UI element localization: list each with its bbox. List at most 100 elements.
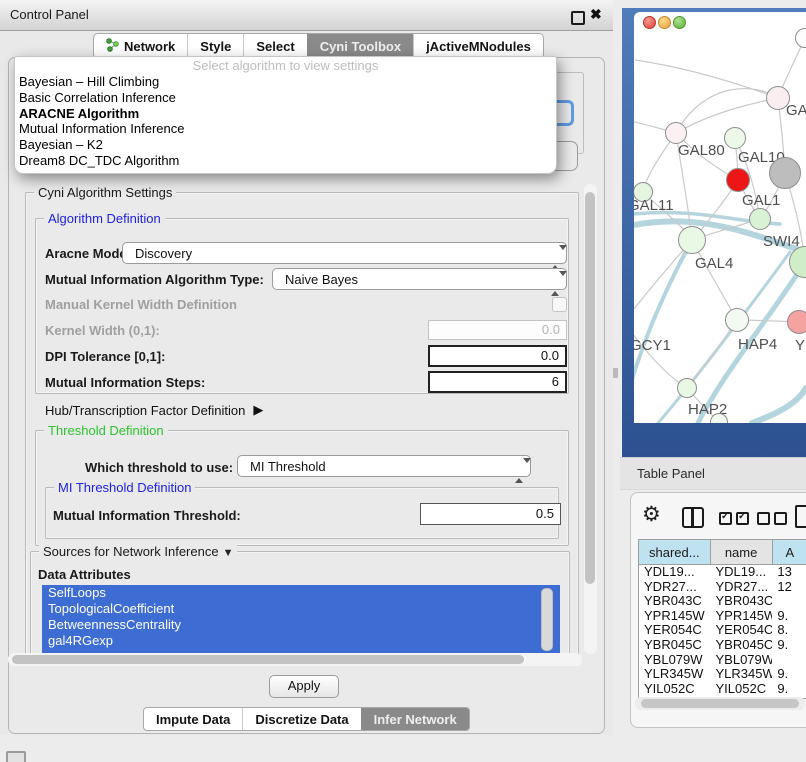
cyni-algorithm-settings-title: Cyni Algorithm Settings [34,185,176,200]
hub-transcription-factor-section[interactable]: Hub/Transcription Factor Definition ▶ [45,402,263,418]
panel-horizontal-scrollbar[interactable] [8,653,582,666]
table-row[interactable]: YER054CYER054C8. [639,623,806,638]
table-rows: YDL19...YDL19...13YDR27...YDR27...12YBR0… [639,565,806,696]
deselect-all-checkboxes-icon[interactable] [757,512,787,525]
attribute-betweennesscentrality[interactable]: BetweennessCentrality [42,617,560,633]
table-cell: YPR145W [711,609,773,624]
table-row[interactable]: YBR043CYBR043C [639,594,806,609]
scrollbar-thumb[interactable] [12,655,524,664]
node-gal4[interactable] [678,226,706,254]
table-cell: YDL19... [711,565,773,580]
tab-discretize-data[interactable]: Discretize Data [242,708,360,730]
algorithm-option-dream8-dc-tdc-algorithm[interactable]: Dream8 DC_TDC Algorithm [15,153,556,169]
table-panel: ⚙ shared...nameA YDL19...YDL19...13YDR27… [630,492,806,728]
node-hap4[interactable] [725,308,749,332]
attribute-topologicalcoefficient[interactable]: TopologicalCoefficient [42,601,560,617]
algorithm-option-bayesian-hill-climbing[interactable]: Bayesian – Hill Climbing [15,74,556,90]
tab-label: Select [256,39,294,54]
panel-divider-handle[interactable] [613,368,618,378]
network-canvas[interactable]: GAL7GAL80GAL10GAL1GAL11SWI4GAL4GCY1HAP4Y… [634,12,806,423]
table-row[interactable]: YIL052CYIL052C9. [639,682,806,697]
attributes-scrollbar[interactable] [541,588,553,651]
aracne-mode-combobox[interactable]: Discovery [122,242,567,264]
minimized-window-icon[interactable] [6,751,26,762]
tab-network[interactable]: Network [94,34,187,58]
control-panel-title: Control Panel [10,7,89,22]
table-row[interactable]: YBL079WYBL079W [639,653,806,668]
close-icon[interactable]: ✖ [590,6,602,23]
dpi-tolerance-input[interactable]: 0.0 [428,345,567,367]
mi-algorithm-type-label: Mutual Information Algorithm Type: [45,272,264,287]
manual-kernel-width-checkbox[interactable] [552,297,567,312]
scrollbar-thumb[interactable] [585,192,595,584]
table-cell: YIL052C [711,682,773,697]
algorithm-option-mutual-information-inference[interactable]: Mutual Information Inference [15,121,556,137]
gear-icon[interactable]: ⚙ [642,504,661,526]
node-hap2[interactable] [677,378,697,398]
aracne-mode-value: Discovery [135,246,192,261]
tab-impute-data[interactable]: Impute Data [144,708,242,730]
table-row[interactable]: YDR27...YDR27...12 [639,580,806,595]
mi-threshold-input[interactable]: 0.5 [420,503,561,525]
table-cell: YDR27... [711,580,773,595]
table-cell: YDL19... [639,565,711,580]
document-icon[interactable] [795,505,806,528]
node-label-gcy1: GCY1 [634,337,671,354]
select-all-checkboxes-icon[interactable] [719,512,749,525]
window-close-traffic-light[interactable] [643,16,656,29]
table-row[interactable]: YBR045CYBR045C9. [639,638,806,653]
attribute-gal4rgexp[interactable]: gal4RGexp [42,633,560,649]
which-threshold-combobox[interactable]: MI Threshold [237,455,531,477]
node-label-node-salmon: Y [795,337,805,354]
tab-cyni-toolbox[interactable]: Cyni Toolbox [307,34,413,58]
algorithm-option-aracne-algorithm[interactable]: ARACNE Algorithm [15,106,556,122]
split-columns-icon[interactable] [682,507,704,528]
tab-style[interactable]: Style [187,34,243,58]
mi-steps-input[interactable]: 6 [428,371,567,393]
mi-algorithm-type-combobox[interactable]: Naive Bayes [272,268,567,290]
aracne-mode-label: Aracne Mode: [45,246,131,261]
apply-button[interactable]: Apply [269,675,339,698]
threshold-definition-title: Threshold Definition [44,423,168,438]
table-row[interactable]: YLR345WYLR345W9. [639,667,806,682]
data-attributes-list[interactable]: SelfLoopsTopologicalCoefficientBetweenne… [42,585,560,653]
stepper-icon [515,460,523,481]
column-header-name[interactable]: name [711,540,773,564]
column-header-shared[interactable]: shared... [639,540,711,564]
algorithm-option-bayesian-k2[interactable]: Bayesian – K2 [15,137,556,153]
float-window-icon[interactable] [571,11,585,25]
node-gal1[interactable] [749,208,771,230]
window-zoom-traffic-light[interactable] [673,16,686,29]
node-node-red[interactable] [726,168,750,192]
network-edges [634,12,806,423]
tab-infer-network[interactable]: Infer Network [361,708,469,730]
node-label-gal7: GAL7 [786,102,806,119]
table-cell: YBL079W [711,653,773,668]
node-node-gray[interactable] [769,157,801,189]
window-minimize-traffic-light[interactable] [658,16,671,29]
node-gal80[interactable] [665,122,687,144]
panel-vertical-scrollbar[interactable] [584,184,597,654]
column-header-a[interactable]: A [773,540,806,564]
expand-right-icon[interactable]: ▶ [253,402,263,418]
data-attributes-items: SelfLoopsTopologicalCoefficientBetweenne… [42,585,560,649]
kernel-width-input[interactable]: 0.0 [428,320,567,340]
tab-jactivemnodules[interactable]: jActiveMNodules [413,34,543,58]
collapse-down-icon[interactable]: ▼ [223,547,234,559]
node-gal10[interactable] [724,127,746,149]
table-row[interactable]: YDL19...YDL19...13 [639,565,806,580]
tab-label: jActiveMNodules [426,39,531,54]
algorithm-option-basic-correlation-inference[interactable]: Basic Correlation Inference [15,90,556,106]
stepper-icon [551,273,559,294]
tab-select[interactable]: Select [243,34,306,58]
node-node-salmon[interactable] [787,310,806,334]
table-horizontal-scrollbar[interactable] [635,697,805,710]
scrollbar-thumb[interactable] [641,699,799,708]
table-cell: YBR045C [639,638,711,653]
table-row[interactable]: YPR145WYPR145W9. [639,609,806,624]
table-cell: 9. [772,638,806,653]
node-label-gal11: GAL11 [634,197,674,214]
node-label-gal4: GAL4 [695,255,733,272]
table-cell: 9. [772,609,806,624]
attribute-selfloops[interactable]: SelfLoops [42,585,560,601]
